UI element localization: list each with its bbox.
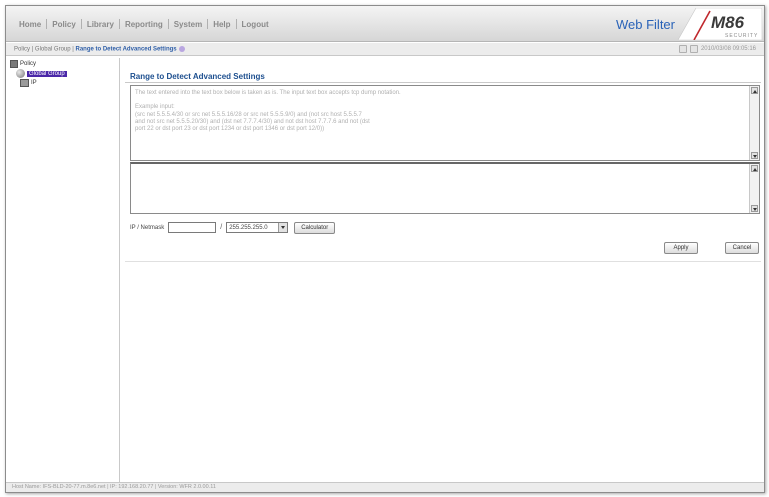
help-text-area[interactable]: The text entered into the text box below… — [130, 85, 760, 161]
logo-sub-text: SECURITY — [725, 33, 758, 39]
cancel-button[interactable]: Cancel — [725, 242, 759, 254]
tree-label-ip: IP — [31, 80, 37, 86]
menu-system[interactable]: System — [169, 20, 207, 29]
tree-node-policy[interactable]: Policy — [10, 60, 36, 68]
content-divider — [125, 261, 761, 262]
ip-netmask-row: IP / Netmask / 255.255.255.0 Calculator — [130, 221, 336, 234]
scroll-down-icon[interactable] — [751, 205, 758, 212]
tree-node-global-group[interactable]: Global Group — [16, 69, 67, 78]
breadcrumb-current: Range to Detect Advanced Settings — [75, 46, 177, 53]
slash-separator: / — [220, 224, 223, 231]
policy-tree-panel: Policy Global Group IP — [6, 58, 120, 482]
scrollbar[interactable] — [749, 86, 759, 160]
menu-policy[interactable]: Policy — [47, 20, 81, 29]
ip-netmask-label: IP / Netmask — [130, 224, 165, 231]
top-navigation-bar: Home Policy Library Reporting System Hel… — [6, 6, 764, 42]
policy-icon — [10, 60, 18, 68]
breadcrumb-path[interactable]: Policy | Global Group | — [14, 47, 75, 53]
help-text: The text entered into the text box below… — [135, 90, 401, 133]
ip-input[interactable] — [168, 222, 217, 233]
apply-button[interactable]: Apply — [664, 242, 698, 254]
title-divider — [125, 82, 761, 83]
tree-label-policy: Policy — [20, 61, 37, 67]
scroll-down-icon[interactable] — [751, 152, 758, 159]
app-window: Home Policy Library Reporting System Hel… — [5, 5, 765, 493]
calculator-button[interactable]: Calculator — [294, 221, 336, 234]
menu-logout[interactable]: Logout — [237, 20, 274, 29]
range-input-textarea[interactable] — [130, 162, 760, 214]
menu-library[interactable]: Library — [82, 20, 119, 29]
scroll-up-icon[interactable] — [751, 87, 758, 94]
status-bar: Host Name: IFS-BLD-20-77.m.8e6.net | IP:… — [6, 482, 764, 492]
ip-icon — [20, 79, 29, 87]
tree-label-global-group: Global Group — [27, 70, 67, 77]
print-icon[interactable] — [689, 45, 698, 53]
breadcrumb-bar: Policy | Global Group | Range to Detect … — [6, 43, 764, 56]
logo-main-text: M86 — [711, 13, 745, 32]
main-content: Range to Detect Advanced Settings The te… — [121, 58, 764, 482]
menu-help[interactable]: Help — [208, 20, 235, 29]
scroll-up-icon[interactable] — [751, 165, 758, 172]
netmask-select[interactable]: 255.255.255.0 — [226, 222, 289, 233]
main-menu: Home Policy Library Reporting System Hel… — [14, 19, 274, 29]
breadcrumb-tools: 2010/03/08 09:05:16 — [678, 45, 756, 53]
product-name: Web Filter — [616, 17, 675, 32]
scrollbar[interactable] — [749, 164, 759, 213]
status-text: Host Name: IFS-BLD-20-77.m.8e6.net | IP:… — [12, 484, 216, 490]
chevron-down-icon[interactable] — [278, 223, 288, 232]
menu-reporting[interactable]: Reporting — [120, 20, 168, 29]
netmask-value: 255.255.255.0 — [229, 225, 268, 231]
timestamp: 2010/03/08 09:05:16 — [700, 46, 756, 52]
m86-security-logo: M86 SECURITY — [678, 8, 762, 40]
help-icon[interactable] — [178, 46, 185, 52]
breadcrumb: Policy | Global Group | Range to Detect … — [14, 46, 185, 53]
tree-node-ip[interactable]: IP — [20, 79, 37, 87]
globe-icon — [16, 69, 25, 78]
page-title: Range to Detect Advanced Settings — [130, 72, 265, 81]
refresh-icon[interactable] — [678, 45, 687, 53]
menu-home[interactable]: Home — [14, 20, 46, 29]
